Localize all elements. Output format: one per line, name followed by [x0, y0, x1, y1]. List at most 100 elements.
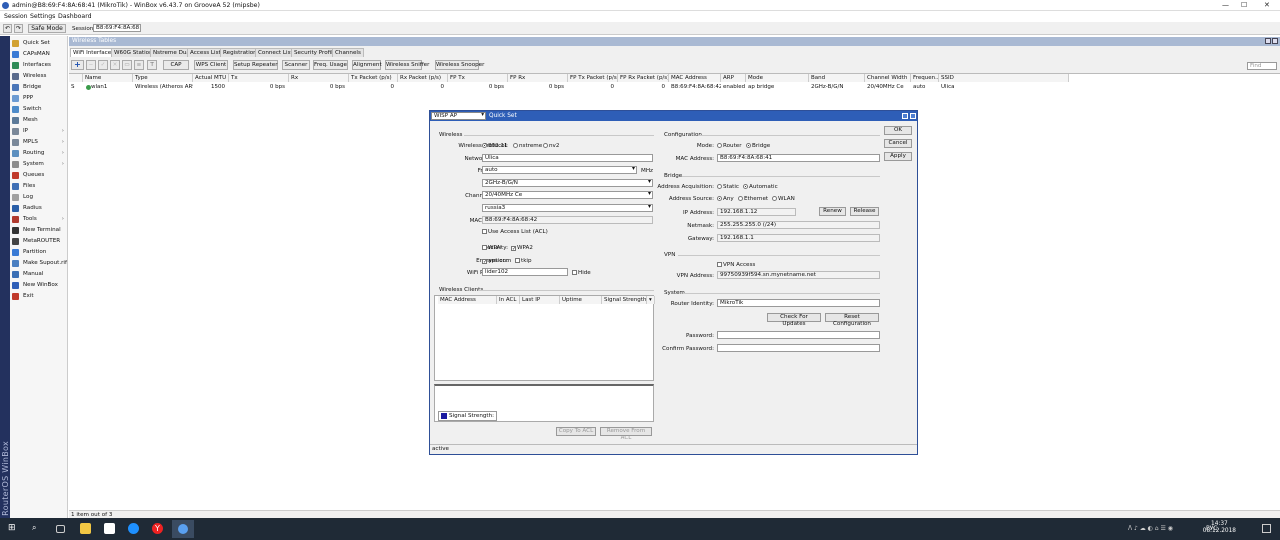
menu-settings[interactable]: Settings	[30, 13, 55, 20]
wps-client-button[interactable]: WPS Client	[194, 60, 228, 70]
close-button[interactable]: ✕	[1264, 1, 1270, 9]
remove-button[interactable]: −	[86, 60, 96, 70]
sidebar-item-new-terminal[interactable]: New Terminal	[10, 225, 68, 236]
sidebar-item-exit[interactable]: Exit	[10, 291, 68, 302]
aes-checkbox[interactable]: ✓aes ccm	[482, 258, 511, 265]
tray-icons[interactable]: ᐱ ♪ ☁ ◐ ⌂ ☰ ◉	[1128, 525, 1173, 532]
sidebar-item-capsman[interactable]: CAPsMAN	[10, 49, 68, 60]
disable-button[interactable]: ✕	[110, 60, 120, 70]
column-header[interactable]: Frequen...	[911, 74, 939, 82]
hide-checkbox[interactable]: Hide	[572, 270, 591, 276]
protocol-80211-radio[interactable]: 802.11	[482, 143, 508, 149]
channel-width-select[interactable]: 20/40MHz Ce	[482, 191, 653, 199]
sidebar-item-mpls[interactable]: MPLS ›	[10, 137, 68, 148]
check-for-updates-button[interactable]: Check For Updates	[767, 313, 821, 327]
column-header[interactable]: Actual MTU	[193, 74, 229, 82]
column-header[interactable]: Channel Width	[865, 74, 911, 82]
start-icon[interactable]: ⊞	[8, 523, 19, 534]
source-any-radio[interactable]: Any	[717, 196, 734, 202]
sidebar-item-wireless[interactable]: Wireless	[10, 71, 68, 82]
tab-wifi-interfaces[interactable]: WiFi Interfaces	[70, 48, 118, 57]
wpa-checkbox[interactable]: WPA	[482, 245, 500, 251]
restore-icon[interactable]	[1265, 38, 1271, 44]
sidebar-item-log[interactable]: Log	[10, 192, 68, 203]
sidebar-item-quick-set[interactable]: Quick Set	[10, 38, 68, 49]
column-header[interactable]: Band	[809, 74, 865, 82]
reset-counters-button[interactable]: ≡	[134, 60, 144, 70]
close-icon[interactable]	[910, 113, 916, 119]
scanner-button[interactable]: Scanner	[282, 60, 310, 70]
sidebar-item-system[interactable]: System ›	[10, 159, 68, 170]
apply-button[interactable]: Apply	[884, 152, 912, 161]
sidebar-item-routing[interactable]: Routing ›	[10, 148, 68, 159]
network-name-input[interactable]: Ulica	[482, 154, 653, 162]
sidebar-item-queues[interactable]: Queues	[10, 170, 68, 181]
sidebar-item-manual[interactable]: Manual	[10, 269, 68, 280]
sidebar-item-files[interactable]: Files	[10, 181, 68, 192]
sidebar-item-make-supout-rif[interactable]: Make Supout.rif	[10, 258, 68, 269]
sidebar-item-bridge[interactable]: Bridge	[10, 82, 68, 93]
remove-from-acl-button[interactable]: Remove From ACL	[600, 427, 652, 441]
tab-access-list[interactable]: Access List	[187, 48, 224, 57]
clients-column-header[interactable]: Uptime	[560, 296, 602, 304]
comment-button[interactable]: ▭	[122, 60, 132, 70]
cap-button[interactable]: CAP	[163, 60, 189, 70]
router-identity-input[interactable]: MikroTik	[717, 299, 880, 307]
tab-w60g-station[interactable]: W60G Station	[111, 48, 156, 57]
reset-configuration-button[interactable]: Reset Configuration	[825, 313, 879, 327]
task-view-icon[interactable]	[56, 525, 65, 533]
column-header[interactable]: MAC Address	[669, 74, 721, 82]
copy-to-acl-button[interactable]: Copy To ACL	[556, 427, 596, 436]
column-header[interactable]: FP Tx	[448, 74, 508, 82]
clients-column-header[interactable]: Last IP	[520, 296, 560, 304]
quickset-mode-select[interactable]: WISP AP	[431, 112, 486, 120]
wireless-sniffer-button[interactable]: Wireless Sniffer	[385, 60, 429, 70]
config-mac-input[interactable]: B8:69:F4:8A:68:41	[717, 154, 880, 162]
sidebar-item-new-winbox[interactable]: New WinBox	[10, 280, 68, 291]
sidebar-item-switch[interactable]: Switch	[10, 104, 68, 115]
column-header[interactable]: Tx	[229, 74, 289, 82]
column-header[interactable]: Mode	[746, 74, 809, 82]
tab-connect-list[interactable]: Connect List	[255, 48, 296, 57]
protocol-nv2-radio[interactable]: nv2	[543, 143, 559, 149]
close-icon[interactable]	[1272, 38, 1278, 44]
band-select[interactable]: 2GHz-B/G/N	[482, 179, 653, 187]
clock[interactable]: 14:37 08.12.2018	[1203, 521, 1236, 535]
column-header[interactable]: SSID	[939, 74, 1069, 82]
sidebar-item-ip[interactable]: IP ›	[10, 126, 68, 137]
wireless-snooper-button[interactable]: Wireless Snooper	[435, 60, 484, 70]
mode-bridge-radio[interactable]: Bridge	[746, 143, 770, 149]
winbox-task-icon[interactable]	[172, 520, 194, 538]
country-select[interactable]: russia3	[482, 204, 653, 212]
notifications-icon[interactable]	[1262, 524, 1271, 533]
minimize-button[interactable]: —	[1222, 1, 1229, 9]
vpn-access-checkbox[interactable]: VPN Access	[717, 262, 755, 268]
cancel-button[interactable]: Cancel	[884, 139, 912, 148]
column-header[interactable]: FP Tx Packet (p/s)	[568, 74, 618, 82]
column-header[interactable]: Rx Packet (p/s)	[398, 74, 448, 82]
source-wlan-radio[interactable]: WLAN	[772, 196, 795, 202]
wpa2-checkbox[interactable]: ✓WPA2	[511, 245, 533, 252]
column-header[interactable]: Tx Packet (p/s)	[349, 74, 398, 82]
alignment-button[interactable]: Alignment	[352, 60, 382, 70]
acq-automatic-radio[interactable]: Automatic	[743, 184, 778, 190]
edge-icon[interactable]	[128, 523, 139, 534]
protocol-nstreme-radio[interactable]: nstreme	[513, 143, 542, 149]
restore-icon[interactable]	[902, 113, 908, 119]
freq-usage-button[interactable]: Freq. Usage	[313, 60, 348, 70]
clients-column-header[interactable]: In ACL	[497, 296, 520, 304]
column-header[interactable]: ARP	[721, 74, 746, 82]
sidebar-item-ppp[interactable]: PPP	[10, 93, 68, 104]
tkip-checkbox[interactable]: tkip	[515, 258, 532, 264]
enable-button[interactable]: ✓	[98, 60, 108, 70]
column-header[interactable]: FP Rx	[508, 74, 568, 82]
confirm-password-input[interactable]	[717, 344, 880, 352]
release-button[interactable]: Release	[850, 207, 879, 216]
yandex-browser-icon[interactable]: Y	[152, 523, 163, 534]
column-header[interactable]: Rx	[289, 74, 349, 82]
column-header[interactable]: Name	[83, 74, 133, 82]
renew-button[interactable]: Renew	[819, 207, 846, 216]
sidebar-item-radius[interactable]: Radius	[10, 203, 68, 214]
sidebar-item-metarouter[interactable]: MetaROUTER	[10, 236, 68, 247]
menu-dashboard[interactable]: Dashboard	[58, 13, 92, 20]
